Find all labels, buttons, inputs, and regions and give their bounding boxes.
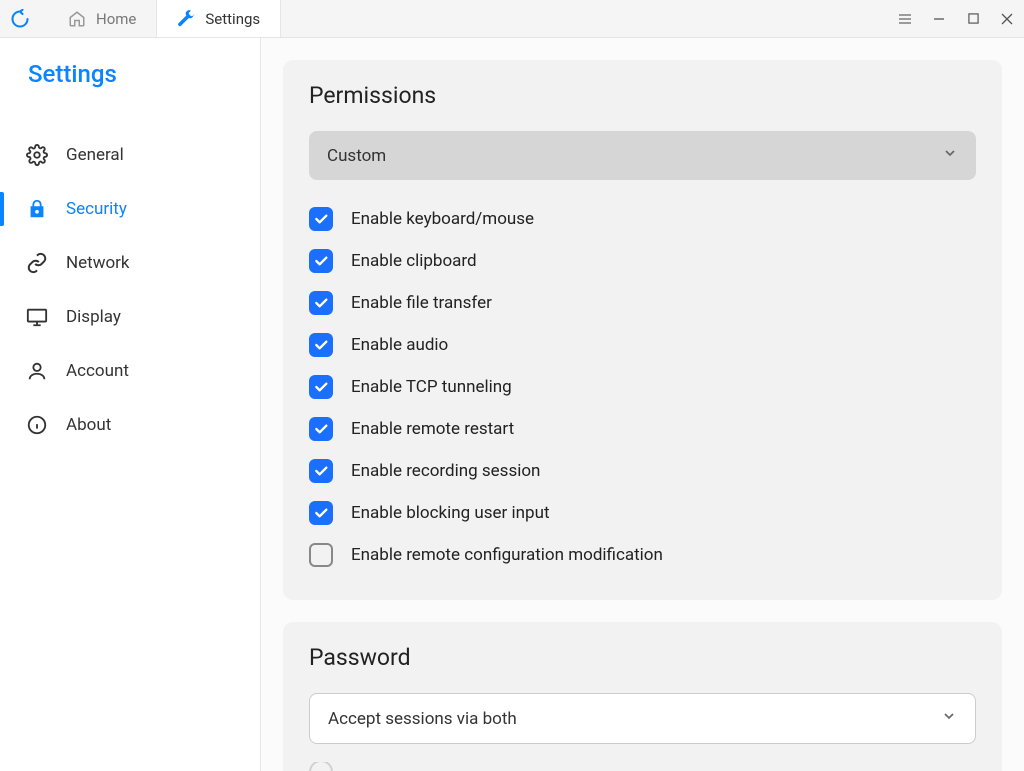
- wrench-icon: [177, 10, 195, 28]
- sidebar-item-label: Display: [66, 307, 121, 327]
- sidebar-item-label: Security: [66, 199, 127, 219]
- permission-row[interactable]: Enable keyboard/mouse: [309, 198, 976, 240]
- titlebar: Home Settings: [0, 0, 1024, 38]
- sidebar-item-about[interactable]: About: [0, 398, 260, 452]
- permission-label: Enable audio: [351, 335, 448, 355]
- tab-settings[interactable]: Settings: [156, 0, 281, 37]
- chevron-down-icon: [942, 145, 958, 166]
- tab-settings-label: Settings: [205, 10, 260, 28]
- tab-home-label: Home: [96, 10, 136, 28]
- permission-label: Enable keyboard/mouse: [351, 209, 534, 229]
- monitor-icon: [26, 306, 48, 328]
- tab-bar: Home Settings: [48, 0, 281, 37]
- permission-row[interactable]: Enable recording session: [309, 450, 976, 492]
- permissions-title: Permissions: [309, 82, 976, 109]
- user-icon: [26, 360, 48, 382]
- password-mode-select[interactable]: Accept sessions via both: [309, 693, 976, 744]
- permission-row[interactable]: Enable audio: [309, 324, 976, 366]
- home-icon: [68, 10, 86, 28]
- link-icon: [26, 252, 48, 274]
- permission-label: Enable recording session: [351, 461, 540, 481]
- maximize-icon[interactable]: [964, 10, 982, 28]
- permissions-preset-select[interactable]: Custom: [309, 131, 976, 180]
- password-title: Password: [309, 644, 976, 671]
- permission-row[interactable]: Enable blocking user input: [309, 492, 976, 534]
- permission-label: Enable TCP tunneling: [351, 377, 512, 397]
- sidebar-item-network[interactable]: Network: [0, 236, 260, 290]
- sidebar-item-label: Network: [66, 253, 130, 273]
- info-icon: [26, 414, 48, 436]
- permission-row[interactable]: Enable TCP tunneling: [309, 366, 976, 408]
- gear-icon: [26, 144, 48, 166]
- chevron-down-icon: [941, 708, 957, 729]
- sidebar: Settings General Security: [0, 38, 261, 771]
- sidebar-item-general[interactable]: General: [0, 128, 260, 182]
- sidebar-item-label: About: [66, 415, 111, 435]
- password-mode-value: Accept sessions via both: [328, 709, 517, 729]
- sidebar-item-security[interactable]: Security: [0, 182, 260, 236]
- permission-label: Enable clipboard: [351, 251, 477, 271]
- content-area: Permissions Custom Enable keyboard/mouse…: [261, 38, 1024, 771]
- checkbox-unchecked-icon[interactable]: [309, 543, 333, 567]
- sidebar-title: Settings: [0, 56, 260, 128]
- permissions-card: Permissions Custom Enable keyboard/mouse…: [283, 60, 1002, 600]
- permission-row[interactable]: Enable file transfer: [309, 282, 976, 324]
- tab-home[interactable]: Home: [48, 0, 156, 37]
- permission-label: Enable file transfer: [351, 293, 492, 313]
- checkbox-checked-icon[interactable]: [309, 333, 333, 357]
- checkbox-checked-icon[interactable]: [309, 207, 333, 231]
- permission-label: Enable blocking user input: [351, 503, 550, 523]
- sidebar-item-account[interactable]: Account: [0, 344, 260, 398]
- permission-label: Enable remote restart: [351, 419, 514, 439]
- password-card: Password Accept sessions via both: [283, 622, 1002, 771]
- permission-row[interactable]: Enable remote configuration modification: [309, 534, 976, 576]
- lock-icon: [26, 198, 48, 220]
- menu-icon[interactable]: [896, 10, 914, 28]
- sidebar-item-display[interactable]: Display: [0, 290, 260, 344]
- permissions-preset-value: Custom: [327, 146, 386, 166]
- checkbox-checked-icon[interactable]: [309, 417, 333, 441]
- permission-row[interactable]: Enable remote restart: [309, 408, 976, 450]
- checkbox-checked-icon[interactable]: [309, 249, 333, 273]
- permission-label: Enable remote configuration modification: [351, 545, 663, 565]
- sidebar-item-label: Account: [66, 361, 129, 381]
- checkbox-checked-icon[interactable]: [309, 459, 333, 483]
- permissions-list: Enable keyboard/mouse Enable clipboard Ena…: [309, 198, 976, 576]
- close-icon[interactable]: [998, 10, 1016, 28]
- radio-icon[interactable]: [309, 762, 333, 771]
- sidebar-item-label: General: [66, 145, 124, 165]
- minimize-icon[interactable]: [930, 10, 948, 28]
- checkbox-checked-icon[interactable]: [309, 375, 333, 399]
- password-option-row[interactable]: [309, 762, 976, 771]
- permission-row[interactable]: Enable clipboard: [309, 240, 976, 282]
- app-logo-icon: [10, 9, 30, 29]
- window-controls: [896, 10, 1016, 28]
- checkbox-checked-icon[interactable]: [309, 291, 333, 315]
- checkbox-checked-icon[interactable]: [309, 501, 333, 525]
